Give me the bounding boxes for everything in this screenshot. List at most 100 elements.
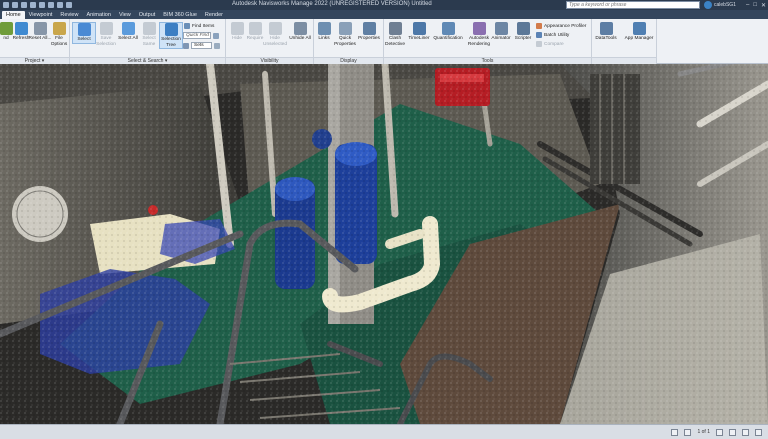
- open-icon[interactable]: [21, 2, 27, 8]
- file-options-icon: [52, 22, 66, 35]
- clash-detective-icon: [388, 22, 402, 35]
- clash-detective-button[interactable]: Clash Detective: [383, 22, 407, 47]
- project-group: nd Refresh Reset All... File Options Pro…: [0, 19, 70, 64]
- memory-icon[interactable]: [755, 428, 762, 436]
- unhide-all-icon: [293, 22, 307, 35]
- extra-group-label: [592, 57, 656, 64]
- app-manager-button[interactable]: App Manager: [623, 22, 655, 42]
- app-menu-icon[interactable]: [3, 2, 9, 8]
- cursor-icon: [77, 23, 91, 36]
- timeliner-icon: [412, 22, 426, 35]
- page-indicator: 1 of 1: [697, 429, 710, 435]
- next-page-icon[interactable]: [716, 428, 723, 436]
- timeliner-button[interactable]: TimeLiner: [407, 22, 431, 42]
- tab-view[interactable]: View: [115, 11, 135, 19]
- select-same-icon: [142, 22, 156, 35]
- tools-group: Clash Detective TimeLiner Quantification…: [384, 19, 592, 64]
- scripter-icon: [516, 22, 530, 35]
- select-search-group: Select Save Selection Select All Select …: [70, 19, 226, 64]
- tree-icon: [164, 23, 178, 36]
- properties-icon: [362, 22, 376, 35]
- unhide-all-button[interactable]: Unhide All: [288, 22, 312, 42]
- appearance-profiler-button[interactable]: Appearance Profiler: [536, 23, 586, 29]
- visibility-group-label: Visibility: [226, 57, 313, 64]
- tab-home[interactable]: Home: [2, 11, 25, 19]
- close-icon[interactable]: ✕: [761, 2, 766, 9]
- batch-utility-icon: [536, 32, 542, 38]
- maximize-icon[interactable]: □: [753, 2, 757, 8]
- visibility-group: Hide Require Hide Unselected Unhide All …: [226, 19, 314, 64]
- hide-icon: [230, 22, 244, 35]
- save-selection-icon: [99, 22, 113, 35]
- redo-icon[interactable]: [57, 2, 63, 8]
- tab-review[interactable]: Review: [56, 11, 82, 19]
- point-cloud-scene: [0, 64, 768, 424]
- user-avatar-icon: [704, 1, 712, 9]
- prev-page-icon[interactable]: [684, 428, 692, 436]
- save-selection-button[interactable]: Save Selection: [94, 22, 118, 47]
- tools-group-label: Tools: [384, 57, 591, 64]
- sets-icon: [183, 42, 189, 49]
- point-cloud-noise: [0, 64, 768, 424]
- undo-icon[interactable]: [48, 2, 54, 8]
- tab-viewpoint[interactable]: Viewpoint: [25, 11, 57, 19]
- tab-output[interactable]: Output: [135, 11, 160, 19]
- user-area[interactable]: calebSG1: [704, 0, 736, 10]
- search-input[interactable]: [566, 1, 700, 9]
- appearance-profiler-icon: [536, 23, 542, 29]
- batch-utility-button[interactable]: Batch Utility: [536, 32, 569, 38]
- last-page-icon[interactable]: [729, 428, 736, 436]
- quick-find-field[interactable]: Quick Find: [183, 32, 219, 39]
- select-icon[interactable]: [66, 2, 72, 8]
- quantification-icon: [441, 22, 455, 35]
- display-group: Links Quick Properties Properties Displa…: [314, 19, 384, 64]
- compare-icon: [536, 41, 542, 47]
- animator-button[interactable]: Animator: [489, 22, 513, 42]
- window-title: Autodesk Navisworks Manage 2022 (UNREGIS…: [232, 1, 432, 7]
- status-bar: 1 of 1: [0, 424, 768, 439]
- performance-icon[interactable]: [742, 428, 749, 436]
- tab-animation[interactable]: Animation: [82, 11, 114, 19]
- quick-find-search-icon[interactable]: [213, 32, 219, 39]
- quantification-button[interactable]: Quantification: [432, 22, 464, 42]
- save-icon[interactable]: [30, 2, 36, 8]
- datatools-button[interactable]: DataTools: [594, 22, 618, 42]
- print-icon[interactable]: [39, 2, 45, 8]
- refresh-icon: [14, 22, 28, 35]
- ribbon-tabs: Home Viewpoint Review Animation View Out…: [0, 10, 768, 19]
- properties-button[interactable]: Properties: [357, 22, 381, 42]
- select-same-button[interactable]: Select Same: [137, 22, 161, 47]
- quick-properties-icon: [338, 22, 352, 35]
- tab-bim360-glue[interactable]: BIM 360 Glue: [159, 11, 201, 19]
- select-search-group-label[interactable]: Select & Search ▾: [70, 57, 225, 64]
- require-icon: [248, 22, 262, 35]
- hide-unselected-button[interactable]: Hide Unselected: [263, 22, 287, 47]
- quick-access-toolbar: [0, 0, 72, 10]
- selection-tree-button[interactable]: Selection Tree: [159, 22, 183, 49]
- scripter-button[interactable]: Scripter: [511, 22, 535, 42]
- compare-button[interactable]: Compare: [536, 41, 564, 47]
- extra-tools-group: DataTools App Manager: [592, 19, 657, 64]
- first-page-icon[interactable]: [671, 428, 679, 436]
- project-group-label[interactable]: Project ▾: [0, 57, 69, 64]
- sets-manage-icon[interactable]: [214, 42, 220, 49]
- minimize-icon[interactable]: –: [746, 2, 749, 8]
- scene-viewport[interactable]: [0, 64, 768, 424]
- select-button[interactable]: Select: [72, 22, 96, 44]
- tab-render[interactable]: Render: [201, 11, 227, 19]
- datatools-icon: [599, 22, 613, 35]
- links-icon: [317, 22, 331, 35]
- binoculars-icon: [184, 23, 190, 29]
- new-icon[interactable]: [12, 2, 18, 8]
- reset-icon: [33, 22, 47, 35]
- find-items-button[interactable]: Find Items: [184, 23, 214, 29]
- hide-unselected-icon: [268, 22, 282, 35]
- quick-properties-button[interactable]: Quick Properties: [333, 22, 357, 47]
- sets-dropdown[interactable]: Sets: [183, 42, 220, 49]
- title-bar: Autodesk Navisworks Manage 2022 (UNREGIS…: [0, 0, 768, 10]
- window-controls: – □ ✕: [746, 0, 766, 10]
- display-group-label: Display: [314, 57, 383, 64]
- ribbon-empty-area: [657, 19, 768, 64]
- file-options-button[interactable]: File Options: [47, 22, 71, 47]
- ribbon-panel: nd Refresh Reset All... File Options Pro…: [0, 19, 657, 64]
